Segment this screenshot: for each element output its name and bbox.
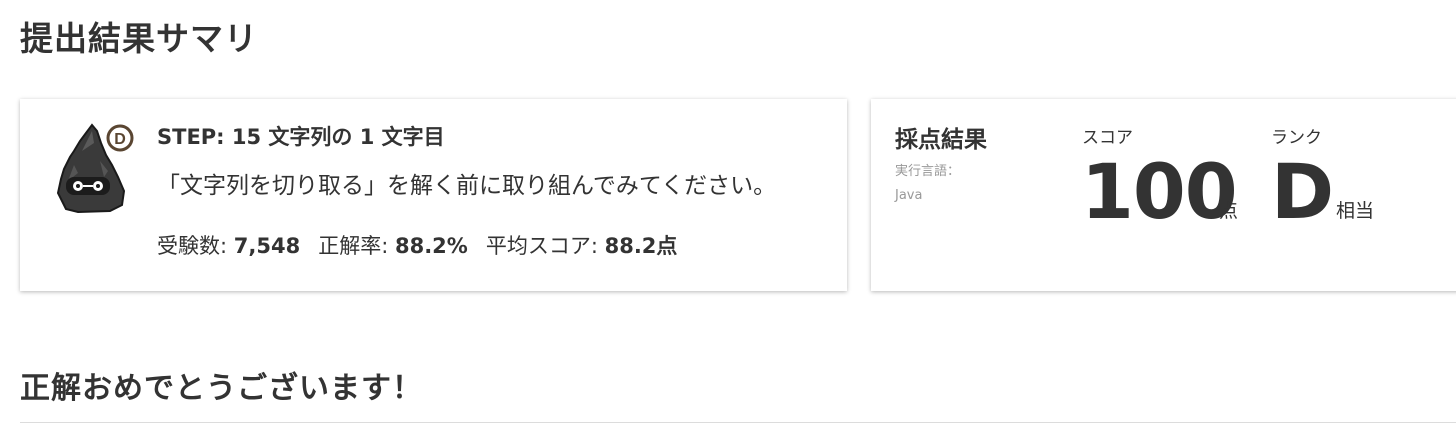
avg-score-value: 88.2点	[604, 234, 678, 258]
problem-card: D STEP: 15 文字列の 1 文字目 「文字列を切り取る」を解く前に取り組…	[20, 99, 847, 291]
problem-stats: 受験数: 7,548 正解率: 88.2% 平均スコア: 88.2点	[157, 229, 677, 263]
svg-text:D: D	[114, 131, 126, 148]
score-unit: 点	[1219, 200, 1239, 222]
accuracy-label: 正解率:	[318, 234, 395, 258]
rank-label: ランク	[1271, 128, 1322, 148]
avg-score-label: 平均スコア:	[485, 234, 605, 258]
rank-d-badge-icon: D	[106, 124, 134, 152]
congrats-heading: 正解おめでとうございます！	[20, 371, 423, 406]
result-title: 採点結果	[895, 127, 987, 153]
monster-icon: D	[56, 123, 134, 213]
submission-summary-page: 提出結果サマリ D STEP: 15 文字列の 1 文字目 「文字列を切り取る」…	[0, 0, 1456, 432]
score-value: 100	[1081, 147, 1238, 236]
accuracy-value: 88.2%	[394, 234, 468, 258]
examinees-value: 7,548	[233, 234, 301, 258]
score-label: スコア	[1082, 128, 1133, 148]
language-value: Java	[895, 188, 923, 203]
rank-unit: 相当	[1336, 200, 1375, 222]
page-title: 提出結果サマリ	[20, 19, 258, 58]
step-title: STEP: 15 文字列の 1 文字目	[157, 125, 445, 149]
examinees-label: 受験数:	[157, 234, 234, 258]
step-description: 「文字列を切り取る」を解く前に取り組んでみてください。	[157, 173, 777, 199]
rank-value: D	[1271, 147, 1335, 236]
language-label: 実行言語：	[895, 164, 961, 179]
result-card: 採点結果 実行言語： Java スコア 100 点 ランク D 相当	[871, 99, 1456, 291]
divider	[20, 422, 1456, 423]
